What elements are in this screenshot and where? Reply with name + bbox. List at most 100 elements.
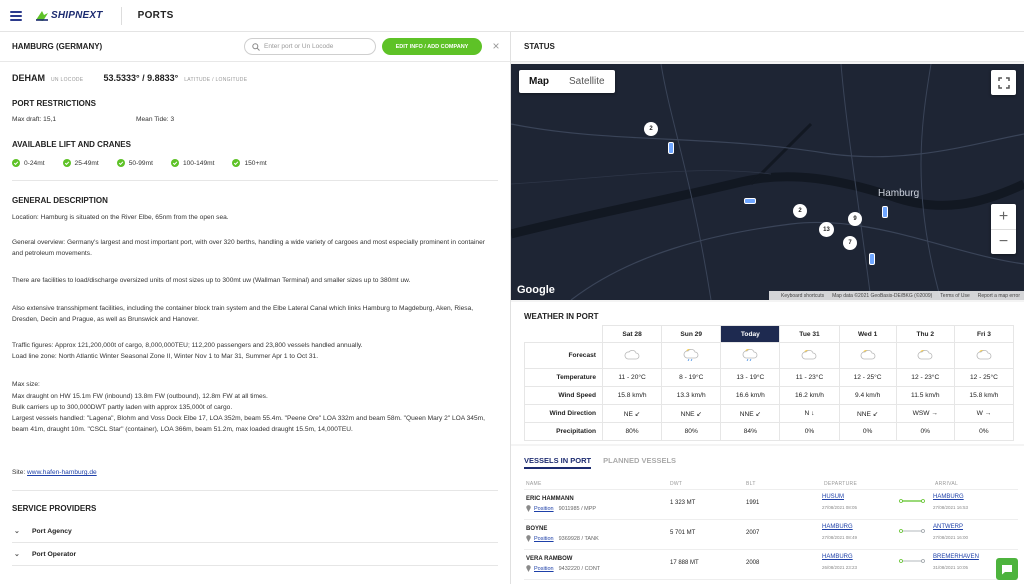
crane-label: 0-24mt	[24, 159, 45, 167]
port-map[interactable]: Map Satellite + − 2 2 9 13 7 Hamburg Goo…	[511, 64, 1024, 300]
description-paragraph: General overview: Germany's largest and …	[12, 239, 485, 257]
arrival-port-link[interactable]: BREMERHAVEN	[933, 554, 979, 560]
map-footer-text: Map data ©2021 GeoBasis-DE/BKG (©2009)	[832, 292, 933, 299]
divider	[12, 565, 498, 566]
fullscreen-button[interactable]	[991, 70, 1016, 95]
row-label: Precipitation	[524, 422, 603, 441]
port-site: Site: www.hafen-hamburg.de	[12, 468, 496, 479]
description-paragraph: Bulk carriers up to 300,000DWT partly la…	[12, 404, 233, 411]
map-footer-link[interactable]: Report a map error	[978, 293, 1020, 299]
temperature-cell: 13 - 19°C	[720, 368, 781, 387]
restrictions-title: PORT RESTRICTIONS	[12, 99, 97, 108]
check-circle-icon	[62, 159, 71, 167]
vessel-marker-icon[interactable]	[668, 142, 674, 154]
row-label: Forecast	[524, 342, 603, 369]
un-locode: DEHAM	[12, 73, 45, 83]
position-link[interactable]: Position	[534, 506, 554, 512]
vessel-cluster[interactable]: 2	[644, 122, 658, 136]
column-header-arrival: ARRIVAL	[935, 481, 959, 487]
map-type-satellite[interactable]: Satellite	[559, 70, 615, 93]
table-row[interactable]: PLUTOPosition9440590 / CONT8 248 MT2008S…	[524, 579, 1018, 584]
table-row[interactable]: VERA RAMBOW Position 9432220 / CONT 17 888 …	[524, 549, 1018, 579]
tab-vessels-in-port[interactable]: VESSELS IN PORT	[524, 456, 592, 469]
wind-direction-cell: N ↓	[779, 404, 840, 423]
wind-direction-cell: NNE ↙	[838, 404, 897, 423]
vessel-marker-icon[interactable]	[744, 198, 756, 204]
vessel-cluster[interactable]: 2	[793, 204, 807, 218]
table-row[interactable]: ERIC HAMMANN Position 9011985 / MPP 1 323 M…	[524, 489, 1018, 519]
menu-icon[interactable]	[10, 10, 22, 21]
vessel-imo: 9011985 / MPP	[558, 505, 597, 512]
vessel-dwt: 17 888 MT	[670, 560, 699, 566]
column-header-departure: DEPARTURE	[824, 481, 858, 487]
zoom-control: + −	[991, 204, 1016, 254]
vessel-cluster[interactable]: 9	[848, 212, 862, 226]
arrival-date: 31/08/2021 10:05	[933, 565, 969, 570]
crane-item: 25-49mt	[62, 159, 99, 167]
site-link[interactable]: www.hafen-hamburg.de	[27, 469, 97, 476]
arrival-port-link[interactable]: HAMBURG	[933, 494, 964, 500]
vessel-dwt: 1 323 MT	[670, 500, 696, 506]
edit-info-button[interactable]: EDIT INFO / ADD COMPANY	[382, 38, 482, 55]
chat-button[interactable]	[996, 558, 1018, 580]
weather-table: Sat 28 Sun 29 Today Tue 31 Wed 1 Thu 2 F…	[524, 325, 1015, 441]
zoom-in-button[interactable]: +	[991, 204, 1016, 229]
description-paragraph: Max size:	[12, 381, 40, 388]
provider-port-agency[interactable]: ⌄ Port Agency	[14, 527, 72, 536]
vessel-imo: 9369928 / TANK	[558, 535, 599, 542]
crane-label: 100-149mt	[182, 159, 215, 167]
vessel-cluster[interactable]: 7	[843, 236, 857, 250]
position-link[interactable]: Position	[534, 536, 554, 542]
vessel-position: Position 9432220 / CONT	[526, 565, 600, 572]
wind-direction-cell: NNE ↙	[661, 404, 722, 423]
vessel-position: Position 9011985 / MPP	[526, 505, 596, 512]
divider	[12, 180, 498, 181]
provider-port-operator[interactable]: ⌄ Port Operator	[14, 550, 77, 559]
departure-port-link[interactable]: HUSUM	[822, 494, 844, 500]
temperature-cell: 11 - 20°C	[601, 368, 663, 387]
weather-corner	[525, 326, 603, 343]
precipitation-cell: 80%	[661, 422, 722, 441]
search-icon	[252, 42, 260, 51]
vessel-marker-icon[interactable]	[869, 253, 875, 265]
vessel-marker-icon[interactable]	[882, 206, 888, 218]
wind-direction-cell: W →	[953, 404, 1015, 423]
port-search-input[interactable]: Enter port or Un Locode	[244, 38, 376, 55]
precipitation-cell: 80%	[601, 422, 663, 441]
tab-planned-vessels[interactable]: PLANNED VESSELS	[603, 456, 676, 469]
departure-port-link[interactable]: HAMBURG	[822, 524, 853, 530]
cranes-title: AVAILABLE LIFT AND CRANES	[12, 140, 131, 149]
row-label: Wind Speed	[524, 386, 603, 405]
wind-direction-cell: NNE ↙	[720, 404, 781, 423]
close-icon[interactable]: ×	[490, 40, 502, 52]
port-info-panel: HAMBURG (GERMANY) Enter port or Un Locod…	[0, 32, 510, 584]
departure-date: 27/08/2021 08:05	[822, 505, 858, 510]
map-type-map[interactable]: Map	[519, 70, 559, 93]
arrival-port-link[interactable]: ANTWERP	[933, 524, 963, 530]
precipitation-cell: 0%	[953, 422, 1015, 441]
vessel-tabs: VESSELS IN PORT PLANNED VESSELS	[524, 456, 676, 469]
map-footer-link[interactable]: Terms of Use	[940, 293, 969, 299]
logo[interactable]: SHIPNEXT	[35, 7, 103, 25]
column-header-blt: BLT	[746, 481, 756, 487]
voyage-progress	[899, 529, 925, 533]
departure-port-link[interactable]: HAMBURG	[822, 554, 853, 560]
vessel-cluster[interactable]: 13	[819, 222, 834, 237]
vessel-name: BOYNE	[526, 526, 548, 532]
position-link[interactable]: Position	[534, 566, 554, 572]
provider-label: Port Operator	[32, 550, 77, 558]
page-section-title: PORTS	[137, 10, 174, 21]
separator	[120, 6, 122, 25]
lat-long-label: LATITUDE / LONGITUDE	[184, 77, 248, 83]
weather-title: WEATHER IN PORT	[524, 312, 599, 321]
map-footer-link[interactable]: Keyboard shortcuts	[781, 293, 824, 299]
zoom-out-button[interactable]: −	[991, 229, 1016, 254]
wind-speed-cell: 16.6 km/h	[720, 386, 781, 405]
map-city-label: Hamburg	[878, 188, 920, 199]
description-paragraph: Also extensive transshipment facilities,…	[12, 305, 474, 323]
precipitation-cell: 84%	[720, 422, 781, 441]
precipitation-cell: 0%	[838, 422, 897, 441]
weather-day: Sun 29	[661, 325, 722, 343]
arrival-date: 27/08/2021 16:53	[933, 505, 969, 510]
table-row[interactable]: BOYNE Position 9369928 / TANK 5 701 MT 2007 H…	[524, 519, 1018, 549]
